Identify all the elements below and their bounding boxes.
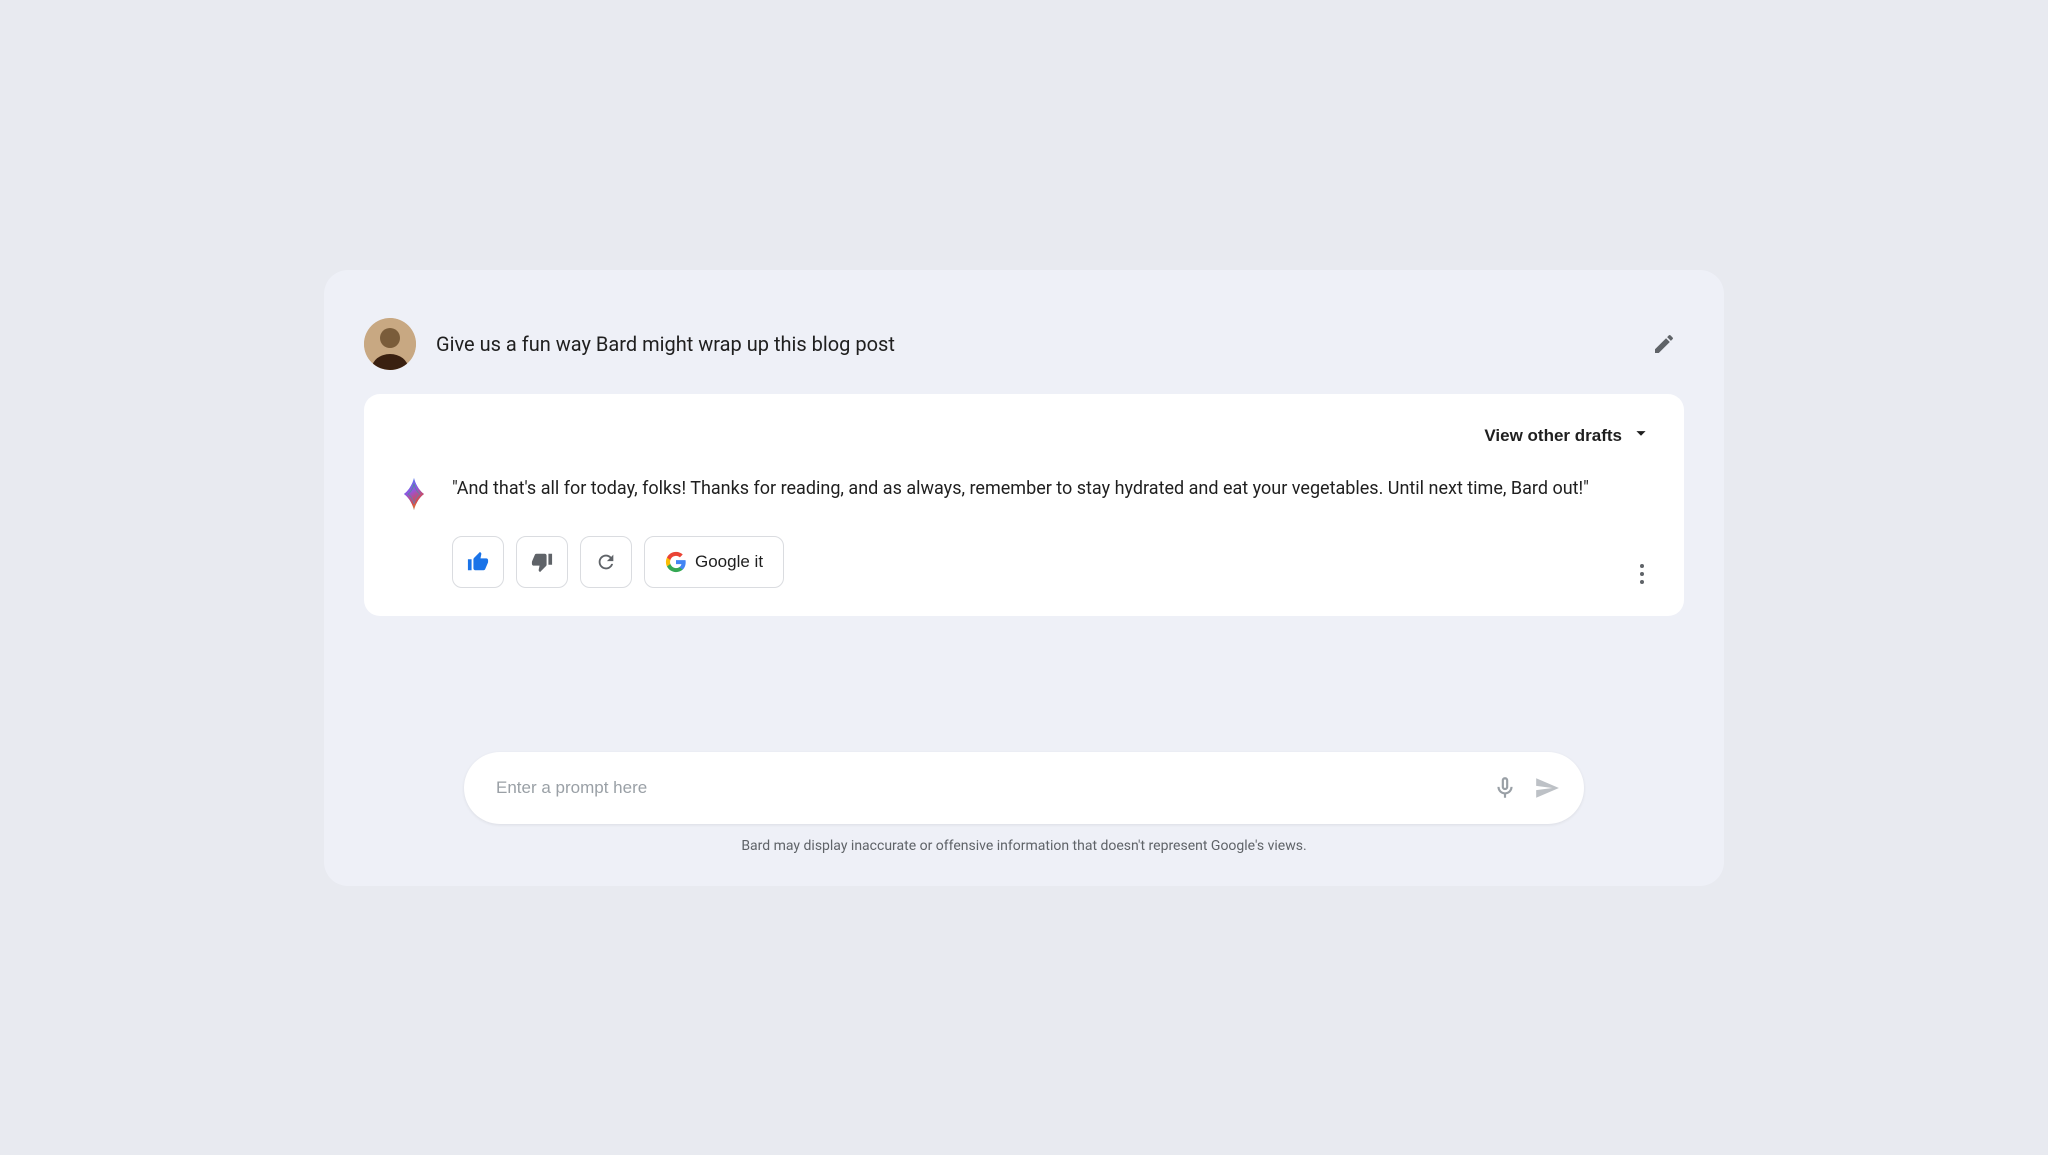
user-query-row: Give us a fun way Bard might wrap up thi… bbox=[364, 310, 1684, 378]
response-body: "And that's all for today, folks! Thanks… bbox=[396, 474, 1652, 512]
disclaimer-text: Bard may display inaccurate or offensive… bbox=[741, 838, 1306, 854]
thumbs-down-button[interactable] bbox=[516, 536, 568, 588]
send-button[interactable] bbox=[1530, 771, 1564, 805]
avatar bbox=[364, 318, 416, 370]
google-g-icon bbox=[665, 551, 687, 573]
dot2 bbox=[1640, 572, 1644, 576]
user-query-left: Give us a fun way Bard might wrap up thi… bbox=[364, 318, 895, 370]
prompt-input[interactable] bbox=[484, 778, 1488, 798]
google-it-button[interactable]: Google it bbox=[644, 536, 784, 588]
user-query-text: Give us a fun way Bard might wrap up thi… bbox=[436, 332, 895, 356]
more-options-button[interactable] bbox=[1632, 560, 1652, 588]
pencil-icon bbox=[1652, 332, 1676, 356]
google-it-label: Google it bbox=[695, 552, 763, 572]
response-card: View other drafts bbox=[364, 394, 1684, 616]
bard-logo bbox=[396, 476, 432, 512]
regenerate-icon bbox=[595, 551, 617, 573]
main-container: Give us a fun way Bard might wrap up thi… bbox=[324, 270, 1724, 886]
send-icon bbox=[1534, 775, 1560, 801]
input-area: Bard may display inaccurate or offensive… bbox=[364, 752, 1684, 854]
microphone-button[interactable] bbox=[1488, 771, 1522, 805]
view-drafts-row: View other drafts bbox=[396, 422, 1652, 450]
thumbs-up-button[interactable] bbox=[452, 536, 504, 588]
regenerate-button[interactable] bbox=[580, 536, 632, 588]
response-text: "And that's all for today, folks! Thanks… bbox=[452, 474, 1652, 505]
chevron-down-icon bbox=[1630, 422, 1652, 450]
dot3 bbox=[1640, 580, 1644, 584]
view-drafts-label: View other drafts bbox=[1484, 426, 1622, 446]
spacer bbox=[364, 632, 1684, 712]
microphone-icon bbox=[1492, 775, 1518, 801]
action-buttons: Google it bbox=[452, 536, 1652, 588]
prompt-input-wrapper bbox=[464, 752, 1584, 824]
edit-button[interactable] bbox=[1644, 324, 1684, 364]
thumbs-up-icon bbox=[467, 551, 489, 573]
thumbs-down-icon bbox=[531, 551, 553, 573]
dot1 bbox=[1640, 564, 1644, 568]
view-drafts-button[interactable]: View other drafts bbox=[1484, 422, 1652, 450]
